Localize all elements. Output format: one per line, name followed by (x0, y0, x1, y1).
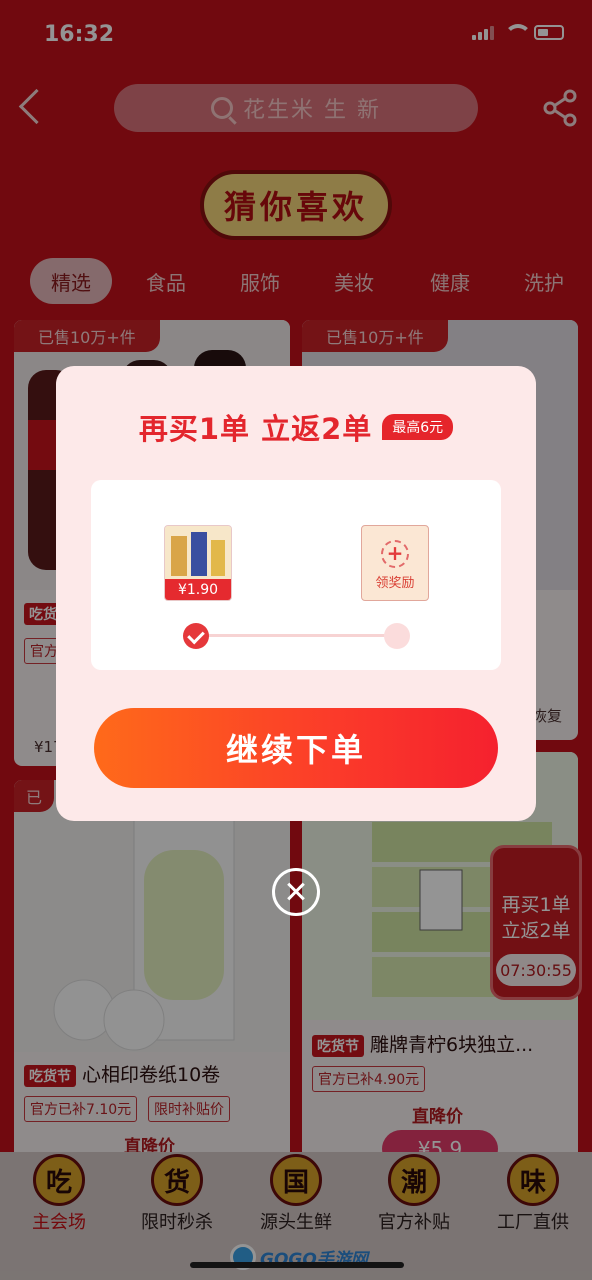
progress-line (197, 634, 397, 637)
oil-bottle-image (171, 532, 225, 576)
plus-icon: + (381, 540, 409, 568)
claim-reward-box[interactable]: + 领奖励 (361, 525, 429, 601)
check-icon (183, 623, 209, 649)
modal-title-row: 再买1单 立返2单 最高6元 (56, 406, 536, 448)
progress-box: ¥1.90 + 领奖励 (91, 480, 501, 670)
max-rebate-badge: 最高6元 (382, 414, 454, 440)
modal-title: 再买1单 立返2单 (138, 412, 373, 446)
close-icon[interactable] (272, 868, 320, 916)
reward-label: 领奖励 (375, 576, 415, 591)
pending-step-dot (384, 623, 410, 649)
continue-order-button[interactable]: 继续下单 (94, 708, 498, 788)
purchased-product: ¥1.90 (164, 525, 232, 601)
product-price: ¥1.90 (165, 579, 231, 600)
product-thumbnail (165, 526, 231, 580)
rebate-modal: 再买1单 立返2单 最高6元 ¥1.90 + 领奖励 继续下单 (56, 366, 536, 821)
